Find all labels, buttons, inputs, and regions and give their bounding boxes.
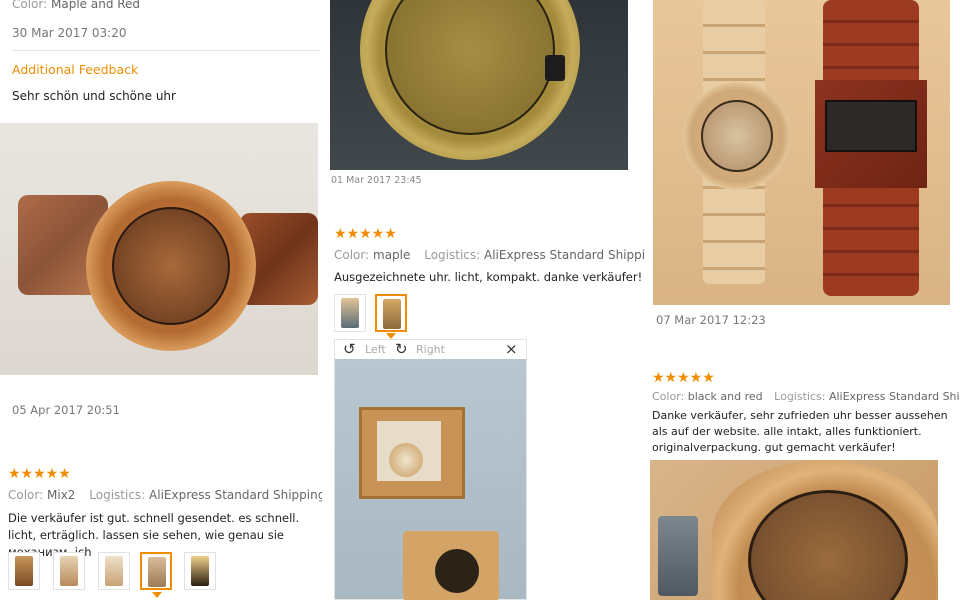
watch-dial xyxy=(112,207,230,325)
watch-dial xyxy=(701,100,773,172)
rotate-right-label[interactable]: Right xyxy=(416,343,445,356)
close-icon[interactable]: × xyxy=(505,340,518,358)
review-thumbnail[interactable] xyxy=(8,552,40,590)
review-column-1: Color: Maple and Red 30 Mar 2017 03:20 A… xyxy=(0,0,322,600)
review-thumbnail[interactable] xyxy=(98,552,130,590)
review-thumbnail[interactable] xyxy=(184,552,216,590)
review-thumbnail[interactable] xyxy=(53,552,85,590)
watch-dial xyxy=(389,443,423,477)
photo-date: 01 Mar 2017 23:45 xyxy=(331,175,422,186)
review-thumbnail-selected[interactable] xyxy=(140,552,172,590)
review-column-2: 01 Mar 2017 23:45 ★★★★★ Color: maple Log… xyxy=(326,0,644,600)
review-column-3: 07 Mar 2017 12:23 ★★★★★ Color: black and… xyxy=(648,0,960,600)
additional-feedback-heading: Additional Feedback xyxy=(12,62,139,77)
review-photo[interactable] xyxy=(650,460,938,600)
review-photo[interactable] xyxy=(653,0,950,305)
rotate-right-icon[interactable]: ↻ xyxy=(395,340,408,358)
image-viewer-toolbar: ↺ Left ↻ Right × xyxy=(335,340,526,359)
viewer-photo xyxy=(335,359,526,600)
selected-indicator xyxy=(152,592,162,598)
watch-crown xyxy=(545,55,565,81)
review-thumbnail[interactable] xyxy=(334,294,366,332)
star-rating: ★★★★★ xyxy=(334,226,397,242)
photo-date: 07 Mar 2017 12:23 xyxy=(656,313,766,327)
watch-dial xyxy=(825,100,917,152)
review-photo[interactable] xyxy=(0,123,318,375)
review-date: 30 Mar 2017 03:20 xyxy=(12,26,127,40)
review-meta-row: Color: maple Logistics: AliExpress Stand… xyxy=(334,248,644,262)
review-meta-row: Color: black and red Logistics: AliExpre… xyxy=(652,390,960,403)
brand-logo xyxy=(435,549,479,593)
star-rating: ★★★★★ xyxy=(8,466,71,482)
review-text: Danke verkäufer, sehr zufrieden uhr bess… xyxy=(652,409,948,454)
additional-feedback-text: Sehr schön und schöne uhr xyxy=(12,89,176,103)
star-rating: ★★★★★ xyxy=(652,370,715,386)
metal-link xyxy=(658,516,698,596)
review-photo[interactable] xyxy=(330,0,628,170)
color-row: Color: Maple and Red xyxy=(12,0,141,11)
image-viewer: ↺ Left ↻ Right × xyxy=(334,339,527,600)
review-text: Ausgezeichnete uhr. licht, kompakt. dank… xyxy=(334,270,643,284)
rotate-left-icon[interactable]: ↺ xyxy=(343,340,356,358)
photo-date: 05 Apr 2017 20:51 xyxy=(12,403,120,417)
divider xyxy=(12,50,320,51)
review-meta-row: Color: Mix2 Logistics: AliExpress Standa… xyxy=(8,488,322,502)
review-thumbnail-selected[interactable] xyxy=(375,294,407,332)
rotate-left-label[interactable]: Left xyxy=(365,343,386,356)
